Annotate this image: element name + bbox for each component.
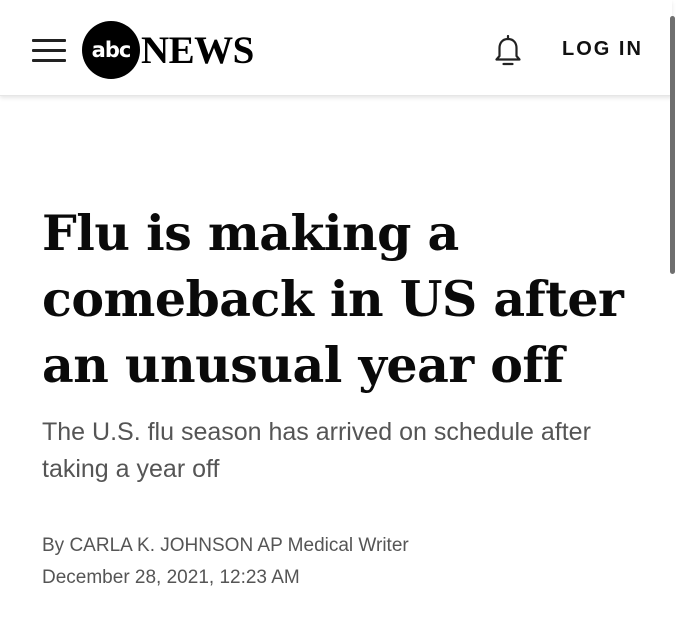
article-headline: Flu is making a comeback in US after an … bbox=[42, 204, 624, 394]
abc-logo-mark: abc bbox=[82, 21, 140, 79]
abc-news-logo[interactable]: abc NEWS bbox=[82, 21, 254, 79]
login-button[interactable]: LOG IN bbox=[562, 38, 643, 61]
news-logo-word: NEWS bbox=[141, 28, 254, 72]
hamburger-menu-icon[interactable] bbox=[32, 37, 66, 65]
article-date: December 28, 2021, 12:23 AM bbox=[42, 567, 300, 588]
article-byline: By CARLA K. JOHNSON AP Medical Writer bbox=[42, 535, 409, 556]
bell-icon[interactable] bbox=[493, 34, 523, 67]
scrollbar-thumb[interactable] bbox=[670, 16, 675, 274]
site-header: abc NEWS LOG IN bbox=[0, 0, 672, 96]
article-subheadline: The U.S. flu season has arrived on sched… bbox=[42, 418, 591, 483]
